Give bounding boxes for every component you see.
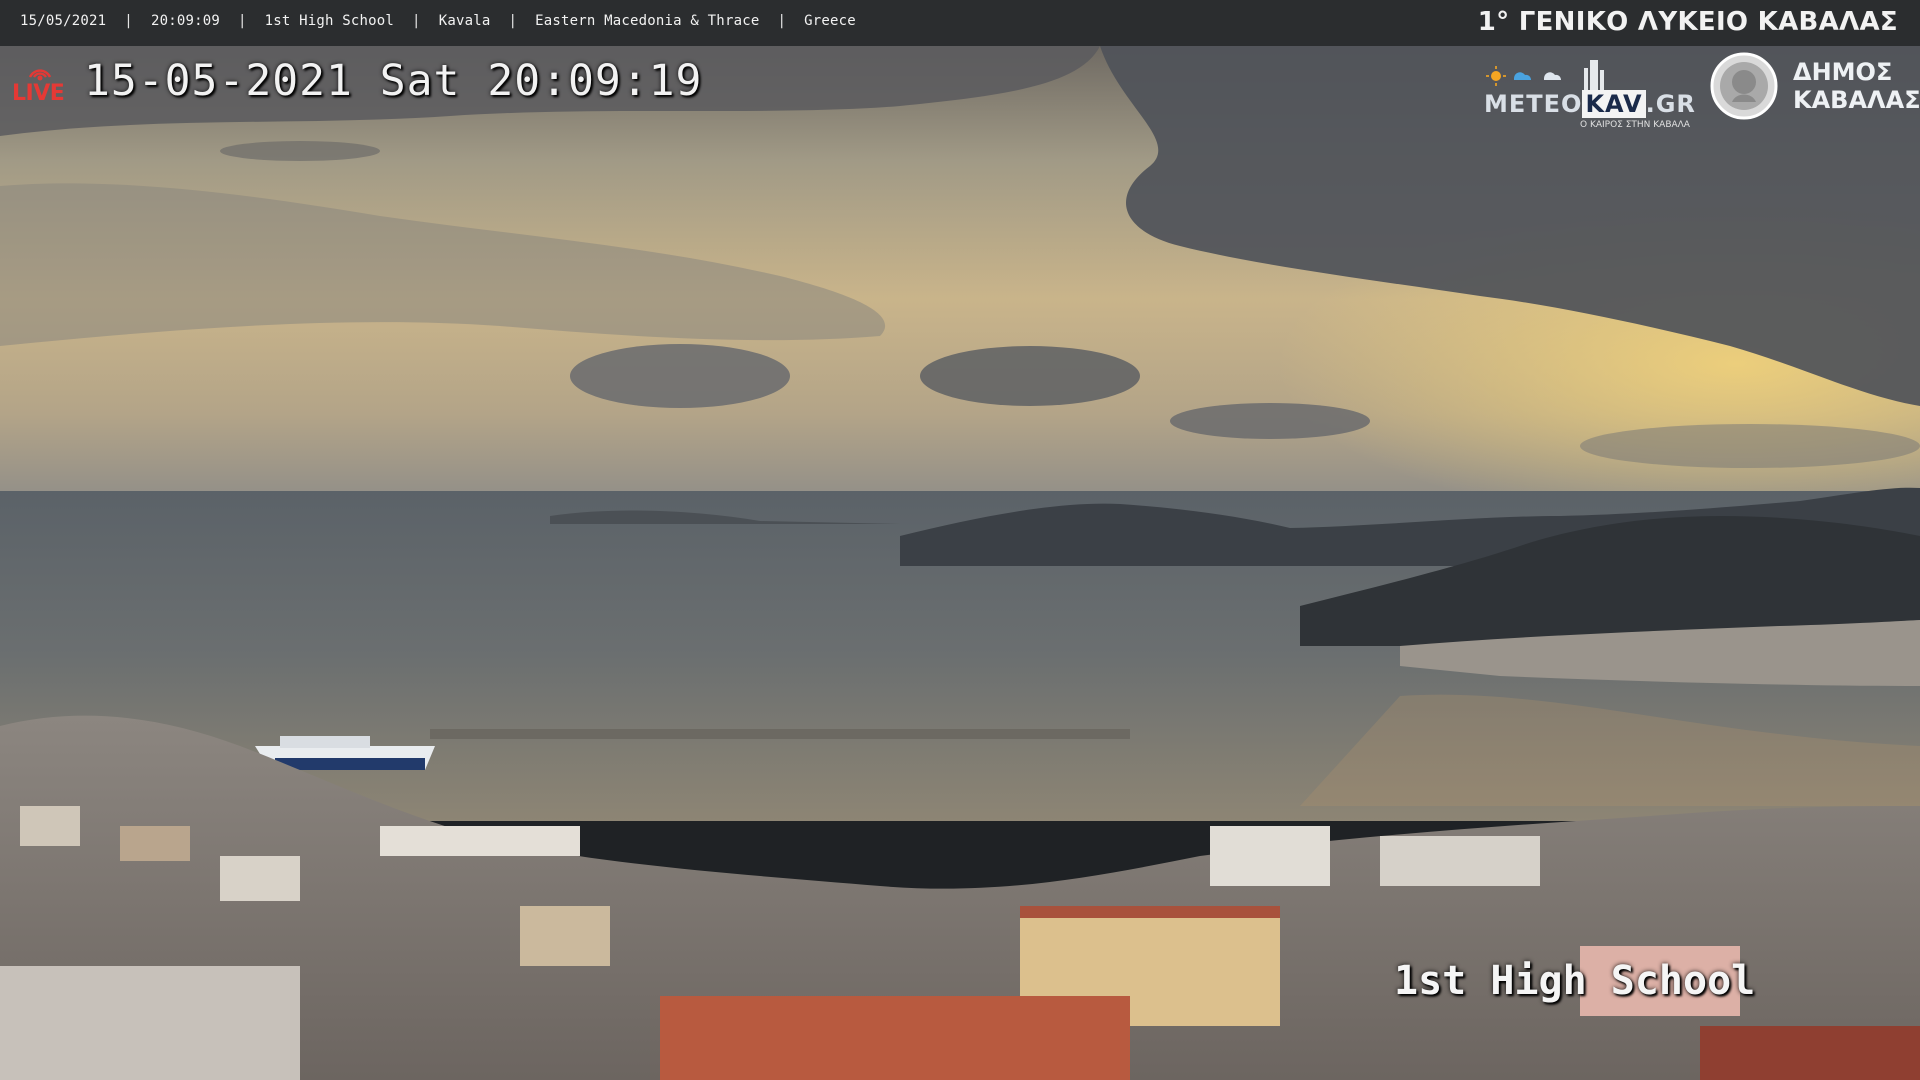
breadcrumb-separator: | [412,13,421,29]
breadcrumb-separator: | [508,13,518,29]
meteokav-tagline: Ο ΚΑΙΡΟΣ ΣΤΗΝ ΚΑΒΑΛΑ [1580,120,1690,130]
cloud-icon [1544,72,1562,80]
live-indicator: LIVE [12,64,68,108]
breadcrumb-time: 20:09:09 [150,13,220,29]
webcam-view: LIVE 15-05-2021 Sat 20:09:19 METEO KAV .GR… [0,46,1920,1080]
broadcast-icon [28,69,52,81]
breadcrumb-region: Eastern Macedonia & Thrace [535,13,760,29]
municipality-line1: ΔΗΜΟΣ [1793,58,1893,86]
breadcrumb-separator: | [124,13,133,29]
breadcrumb: 15/05/2021 | 20:09:09 | 1st High School | Kava… [20,13,856,29]
breadcrumb-date: 15/05/2021 [20,13,107,29]
meteo-prefix: METEO [1484,90,1583,118]
breadcrumb-separator: | [777,13,787,29]
rain-cloud-icon [1514,72,1532,80]
live-label: LIVE [12,81,65,106]
meteokav-logo: METEO KAV .GR Ο ΚΑΙΡΟΣ ΣΤΗΝ ΚΑΒΑΛΑ [1484,54,1695,130]
castle-icon [1590,60,1598,90]
webcam-image [0,46,1920,1080]
breadcrumb-separator: | [237,13,247,29]
weather-icons [1486,60,1604,90]
meteokav-wordmark: METEO KAV .GR [1484,90,1696,118]
camera-timestamp: 15-05-2021 Sat 20:09:19 [84,56,703,106]
municipality-line2: ΚΑΒΑΛΑΣ [1793,86,1920,114]
meteo-suffix: .GR [1645,90,1696,118]
breadcrumb-city: Kavala [438,13,491,29]
breadcrumb-country: Greece [804,13,856,29]
meteo-highlight: KAV [1582,90,1646,118]
breadcrumb-camera: 1st High School [264,13,395,29]
camera-location-label: 1st High School [1394,958,1756,1004]
brand-title: 1° ΓΕΝΙΚΟ ΛΥΚΕΙΟ ΚΑΒΑΛΑΣ [1477,7,1898,37]
top-bar: 15/05/2021 | 20:09:09 | 1st High School | Kava… [0,0,1920,46]
municipality-seal-icon [1710,52,1778,120]
sun-icon [1491,71,1501,81]
municipality-name: ΔΗΜΟΣ ΚΑΒΑΛΑΣ [1793,58,1920,114]
